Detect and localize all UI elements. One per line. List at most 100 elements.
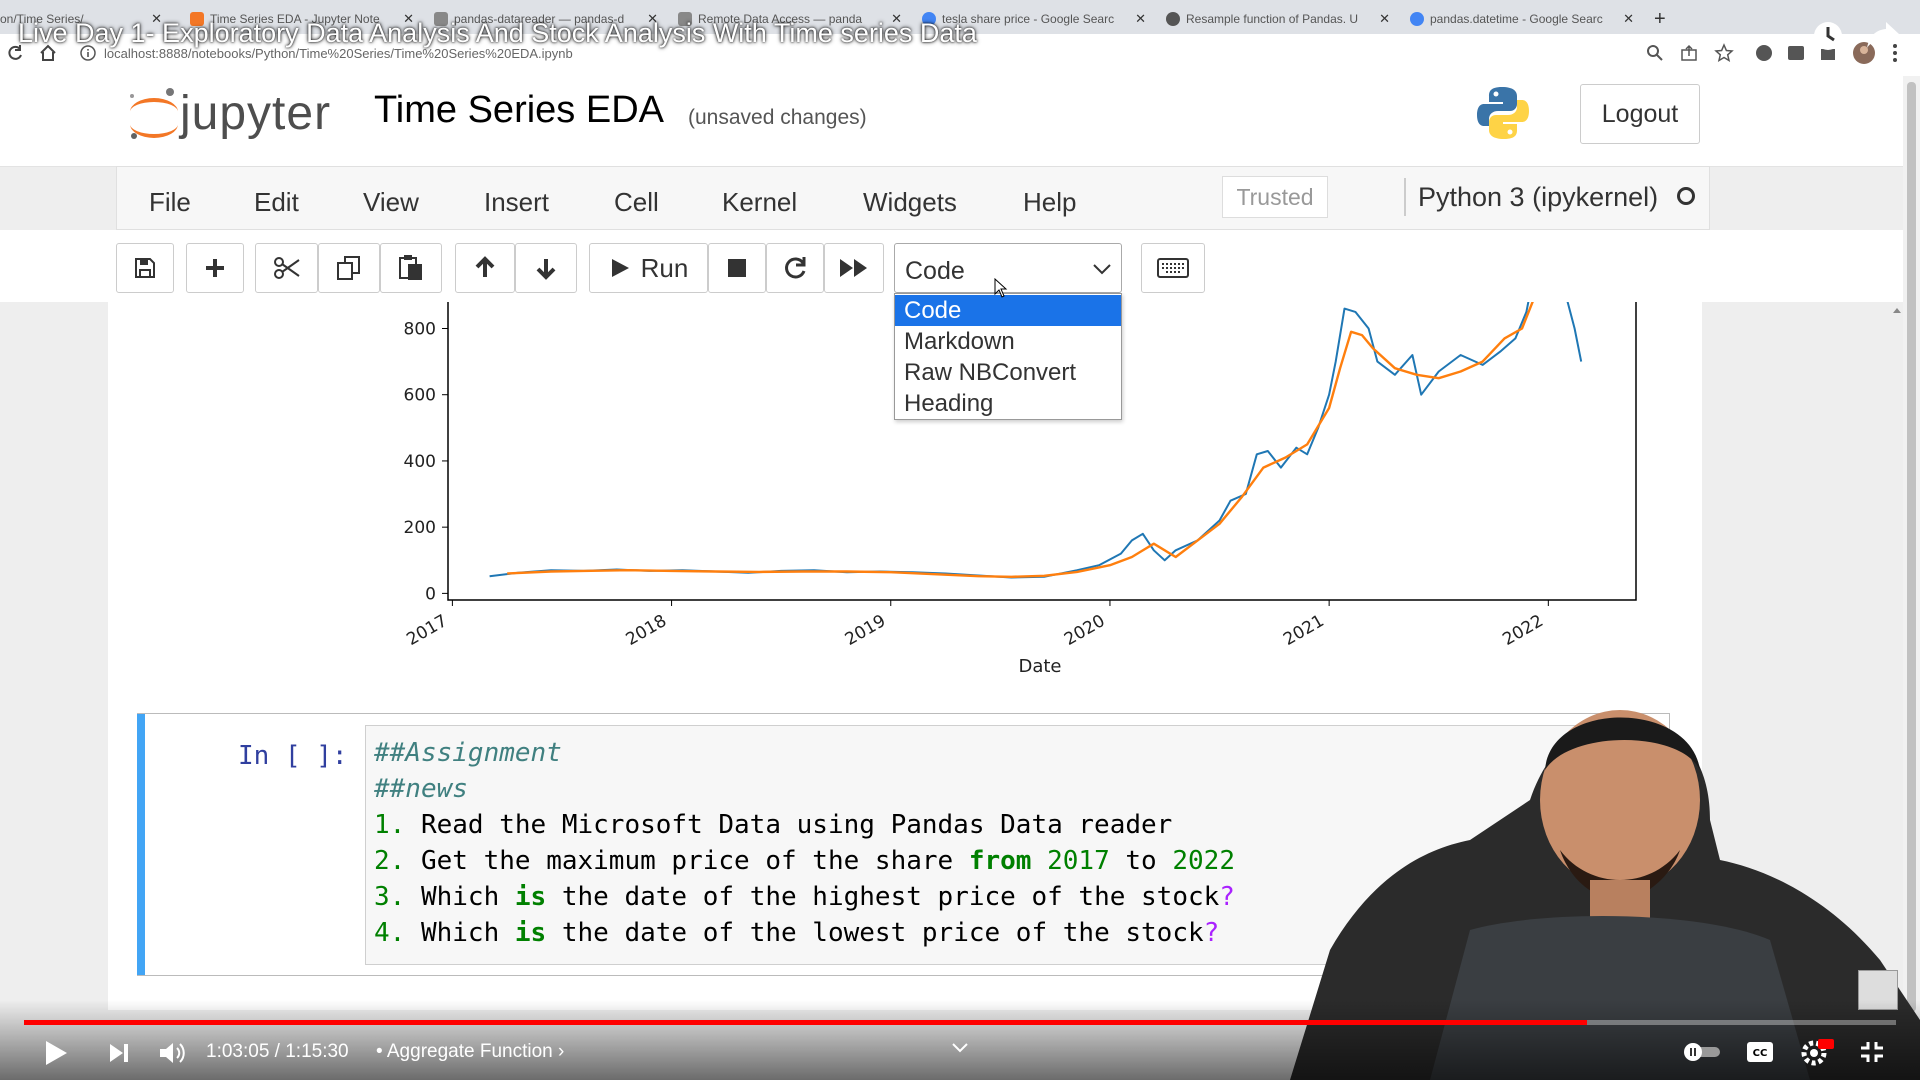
code-token: 2. bbox=[374, 846, 406, 876]
save-button[interactable] bbox=[116, 243, 174, 293]
share-icon[interactable] bbox=[1680, 44, 1698, 62]
x-tick-label: 2017 bbox=[403, 611, 450, 650]
cut-button[interactable] bbox=[255, 243, 318, 293]
video-time: 1:03:05 / 1:15:30 bbox=[206, 1041, 349, 1062]
share-arrow-icon[interactable] bbox=[1866, 20, 1900, 50]
menu-view[interactable]: View bbox=[363, 187, 419, 218]
extension-icon[interactable] bbox=[1786, 43, 1806, 63]
play-icon bbox=[611, 259, 629, 277]
video-title[interactable]: Live Day 1- Exploratory Data Analysis An… bbox=[18, 18, 977, 49]
close-tab-icon[interactable]: ✕ bbox=[1623, 11, 1634, 27]
x-tick-label: 2022 bbox=[1499, 611, 1546, 650]
stop-icon bbox=[728, 259, 746, 277]
play-icon[interactable] bbox=[44, 1040, 68, 1066]
code-token: ? bbox=[1203, 918, 1220, 948]
menu-edit[interactable]: Edit bbox=[254, 187, 299, 218]
insert-cell-button[interactable] bbox=[186, 243, 244, 293]
code-line: 3. Which is the date of the highest pric… bbox=[374, 882, 1235, 912]
menu-file[interactable]: File bbox=[149, 187, 191, 218]
browser-tab[interactable]: Resample function of Pandas. U ✕ bbox=[1166, 6, 1396, 32]
y-tick-label: 200 bbox=[404, 518, 436, 538]
menu-kernel[interactable]: Kernel bbox=[722, 187, 797, 218]
move-down-button[interactable] bbox=[515, 243, 577, 293]
y-tick-label: 800 bbox=[404, 319, 436, 339]
code-line: 2. Get the maximum price of the share fr… bbox=[374, 846, 1235, 876]
run-label: Run bbox=[640, 252, 689, 283]
cell-type-select[interactable]: Code bbox=[894, 243, 1122, 293]
run-button[interactable]: Run bbox=[589, 243, 708, 293]
video-progress-played[interactable] bbox=[24, 1020, 1588, 1025]
code-line: ##news bbox=[374, 774, 468, 804]
code-token: 4. bbox=[374, 918, 406, 948]
trusted-badge[interactable]: Trusted bbox=[1222, 176, 1328, 218]
code-token: Which bbox=[405, 882, 515, 912]
save-status: (unsaved changes) bbox=[688, 106, 867, 129]
code-token: the date of the highest price of the sto… bbox=[546, 882, 1220, 912]
restart-button[interactable] bbox=[766, 243, 824, 293]
jupyter-logo-icon[interactable] bbox=[124, 84, 184, 144]
code-token: Get the maximum price of the share bbox=[405, 846, 969, 876]
arrow-down-icon bbox=[536, 259, 556, 280]
bookmark-star-icon[interactable] bbox=[1714, 43, 1734, 63]
copy-button[interactable] bbox=[318, 243, 380, 293]
extension-icon[interactable] bbox=[1754, 43, 1774, 63]
x-tick-label: 2021 bbox=[1280, 611, 1327, 650]
copy-icon bbox=[337, 256, 360, 280]
next-video-icon[interactable] bbox=[108, 1042, 130, 1064]
move-up-button[interactable] bbox=[455, 243, 515, 293]
interrupt-button[interactable] bbox=[708, 243, 766, 293]
exit-fullscreen-icon[interactable] bbox=[1860, 1041, 1884, 1063]
code-token: 1. bbox=[374, 810, 406, 840]
zoom-icon[interactable] bbox=[1646, 44, 1664, 62]
arrow-up-icon bbox=[475, 256, 495, 277]
scissors-icon bbox=[273, 257, 300, 279]
restart-icon bbox=[785, 257, 806, 279]
google-favicon-icon bbox=[1410, 12, 1424, 26]
close-tab-icon[interactable]: ✕ bbox=[1379, 11, 1390, 27]
code-token: ? bbox=[1219, 882, 1235, 912]
code-token: 2017 bbox=[1047, 846, 1110, 876]
paste-icon bbox=[399, 255, 422, 280]
new-tab-button[interactable]: + bbox=[1654, 6, 1678, 32]
paste-button[interactable] bbox=[380, 243, 442, 293]
notebook-title[interactable]: Time Series EDA bbox=[374, 89, 664, 132]
settings-gear-icon[interactable] bbox=[1800, 1037, 1834, 1067]
command-palette-button[interactable] bbox=[1141, 243, 1205, 293]
captions-icon[interactable]: CC bbox=[1746, 1041, 1774, 1063]
option-code[interactable]: Code bbox=[895, 295, 1121, 326]
close-tab-icon[interactable]: ✕ bbox=[1135, 11, 1146, 27]
scroll-up-arrow-icon[interactable] bbox=[1892, 306, 1902, 314]
logout-button[interactable]: Logout bbox=[1580, 84, 1700, 144]
option-markdown[interactable]: Markdown bbox=[895, 326, 1121, 357]
plus-icon bbox=[206, 259, 224, 277]
jupyter-wordmark[interactable]: jupyter bbox=[180, 86, 331, 141]
menu-cell[interactable]: Cell bbox=[614, 187, 659, 218]
restart-run-all-button[interactable] bbox=[824, 243, 884, 293]
menu-widgets[interactable]: Widgets bbox=[863, 187, 957, 218]
cell-prompt: In [ ]: bbox=[238, 741, 348, 771]
menu-help[interactable]: Help bbox=[1023, 187, 1076, 218]
code-token: is bbox=[514, 882, 547, 912]
menu-insert[interactable]: Insert bbox=[484, 187, 549, 218]
chevron-down-icon[interactable] bbox=[952, 1043, 968, 1053]
video-controls bbox=[0, 1000, 1920, 1080]
kernel-name[interactable]: Python 3 (ipykernel) bbox=[1418, 182, 1658, 213]
y-tick-label: 400 bbox=[404, 452, 436, 472]
browser-tab[interactable]: pandas.datetime - Google Searc ✕ bbox=[1410, 6, 1640, 32]
cell-type-value: Code bbox=[905, 257, 965, 285]
chapter-title[interactable]: • Aggregate Function › bbox=[376, 1041, 564, 1063]
keyboard-icon bbox=[1157, 258, 1189, 278]
option-raw-nbconvert[interactable]: Raw NBConvert bbox=[895, 357, 1121, 388]
code-token: Which bbox=[405, 918, 515, 948]
y-tick-label: 600 bbox=[404, 386, 436, 406]
option-heading[interactable]: Heading bbox=[895, 388, 1121, 419]
code-token: ##news bbox=[374, 774, 468, 804]
volume-icon[interactable] bbox=[158, 1040, 186, 1066]
watch-later-icon[interactable] bbox=[1812, 20, 1844, 52]
svg-text:CC: CC bbox=[1753, 1048, 1768, 1059]
python-logo-icon bbox=[1477, 87, 1529, 139]
code-line: 1. Read the Microsoft Data using Pandas … bbox=[374, 810, 1172, 840]
autoplay-toggle-icon[interactable] bbox=[1682, 1041, 1724, 1063]
y-tick-label: 0 bbox=[425, 584, 436, 604]
